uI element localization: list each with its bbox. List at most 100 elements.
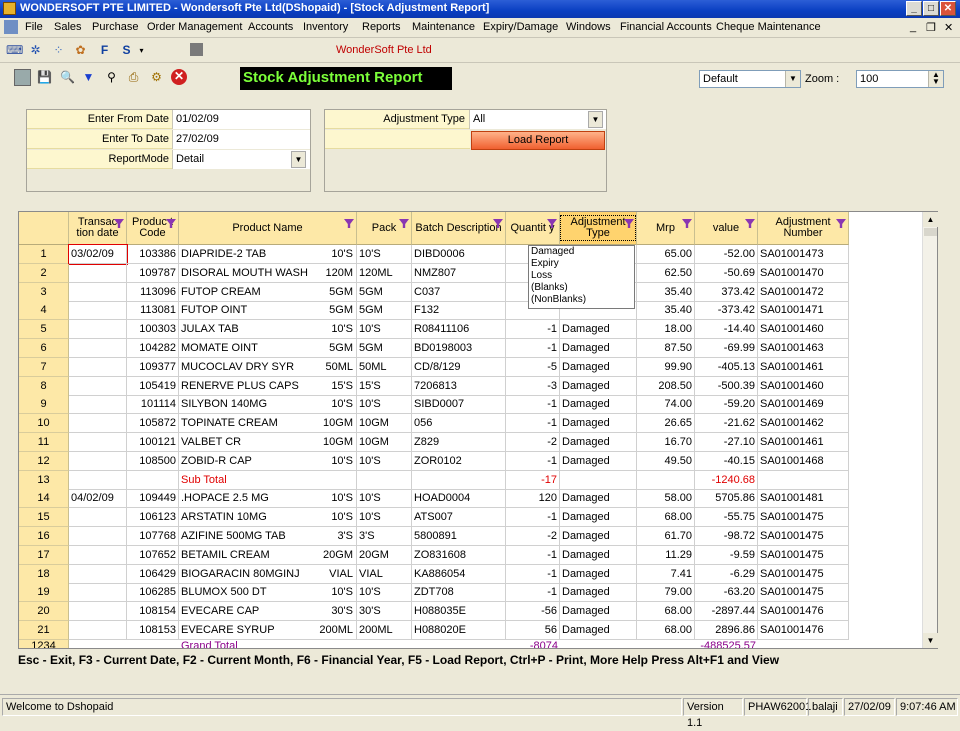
col-mrp[interactable]: Mrp [637, 212, 695, 245]
from-date-input[interactable]: 01/02/09 [172, 110, 310, 129]
chevron-down-icon[interactable]: ▼ [588, 111, 603, 128]
scroll-down-icon[interactable]: ▼ [923, 633, 938, 648]
load-row [325, 130, 470, 149]
menu-maintenance[interactable]: Maintenance [412, 21, 475, 33]
scroll-thumb[interactable] [924, 228, 937, 236]
table-row[interactable]: 9 101114 SILYBON 140MG 10'S 10'S SIBD0007 -1 Da… [19, 395, 849, 415]
header-label: Pack [371, 221, 397, 234]
col-transaction-date[interactable]: Transac tion date [69, 212, 127, 245]
cell-mrp: 62.50 [637, 263, 695, 283]
customers-icon[interactable]: ✲ [27, 42, 44, 59]
chevron-down-icon[interactable]: ▼ [785, 71, 800, 87]
adjustment-type-filter-dropdown[interactable]: Damaged Expiry Loss (Blanks) (NonBlanks) [528, 245, 635, 309]
menu-accounts[interactable]: Accounts [248, 21, 293, 33]
dropdown-option[interactable]: (NonBlanks) [529, 294, 634, 306]
dropdown-option[interactable]: (Blanks) [529, 282, 634, 294]
keyboard-icon[interactable]: ⌨ [6, 42, 23, 59]
preview-icon[interactable]: 🔍 [59, 69, 76, 86]
dropdown-option[interactable]: Expiry [529, 258, 634, 270]
col-batch-description[interactable]: Batch Description [412, 212, 506, 245]
adjustment-type-select[interactable]: All [469, 110, 606, 129]
chevron-down-icon[interactable]: ▼ [291, 151, 306, 168]
table-row[interactable]: 16 107768 AZIFINE 500MG TAB 3'S 3'S 5800891 -2… [19, 527, 849, 546]
table-row[interactable]: 1 03/02/09 103386 DIAPRIDE-2 TAB 10'S 10'S DIB… [19, 244, 849, 265]
menu-reports[interactable]: Reports [362, 21, 401, 33]
col-product-name[interactable]: Product Name [179, 212, 357, 245]
zoom-input[interactable]: 100 ▲ ▼ [856, 70, 944, 88]
menu-file[interactable]: File [25, 21, 43, 33]
finance-icon[interactable]: F [96, 42, 113, 59]
close-button[interactable]: ✕ [940, 1, 956, 16]
minimize-button[interactable]: _ [906, 1, 922, 16]
menu-inventory[interactable]: Inventory [303, 21, 348, 33]
report-mode-select[interactable]: Detail [172, 150, 310, 169]
filter-icon[interactable] [399, 219, 409, 228]
spinner-icon[interactable]: ▲ ▼ [928, 71, 943, 87]
menu-cheque-maintenance[interactable]: Cheque Maintenance [716, 21, 821, 33]
menu-windows[interactable]: Windows [566, 21, 611, 33]
table-row[interactable]: 7 109377 MUCOCLAV DRY SYR 50ML 50ML CD/8/129-… [19, 357, 849, 377]
cell-type: Damaged [560, 602, 637, 622]
menu-purchase[interactable]: Purchase [92, 21, 138, 33]
filter-icon[interactable] [682, 219, 692, 228]
save-icon[interactable]: 💾 [36, 69, 53, 86]
cell-value: -405.13 [695, 357, 758, 377]
cell-name: AZIFINE 500MG TAB 3'S [179, 527, 357, 546]
table-row[interactable]: 4 113081 FUTOP OINT 5GM 5GM F132 35.40 -373.42 S… [19, 301, 849, 321]
col-adjustment-number[interactable]: Adjustment Number [758, 212, 849, 245]
table-row[interactable]: 8 105419 RENERVE PLUS CAPS 15'S 15'S 7206813-… [19, 376, 849, 396]
mdi-restore-button[interactable]: ❐ [926, 21, 936, 34]
table-row[interactable]: 17 107652 BETAMIL CREAM 20GM 20GM ZO831608 -1 D… [19, 545, 849, 565]
table-row[interactable]: 21 108153 EVECARE SYRUP 200ML 200ML H088020E 5… [19, 621, 849, 640]
load-report-button[interactable]: Load Report [471, 131, 605, 150]
filter-icon[interactable] [745, 219, 755, 228]
mdi-minimize-button[interactable]: _ [910, 21, 916, 33]
scroll-up-icon[interactable]: ▲ [923, 212, 938, 227]
col-adjustment-type[interactable]: Adjustment Type [560, 212, 637, 245]
table-row[interactable]: 13 Sub Total -17 -1240.68 [19, 470, 849, 490]
table-row[interactable]: 11 100121 VALBET CR 10GM 10GM Z829 -2 Damaged 16… [19, 433, 849, 452]
window-icon[interactable] [14, 69, 31, 86]
col-pack[interactable]: Pack [357, 212, 412, 245]
filter-icon[interactable] [344, 219, 354, 228]
menu-order-management[interactable]: Order Management [147, 21, 242, 33]
mdi-close-button[interactable]: ✕ [944, 21, 953, 34]
vertical-scrollbar[interactable]: ▲ ▼ [922, 212, 938, 648]
network-icon[interactable]: ⁘ [50, 42, 67, 59]
settings-icon[interactable]: ⚙ [148, 69, 165, 86]
table-row[interactable]: 3 113096 FUTOP CREAM 5GM 5GM C037 35.40 373.42 S… [19, 282, 849, 302]
col-product-code[interactable]: Produc t Code [127, 212, 179, 245]
table-row[interactable]: 20 108154 EVECARE CAP 30'S 30'S H088035E -56 Da… [19, 602, 849, 622]
cell-pack: 10GM [357, 433, 412, 452]
dropdown-option[interactable]: Loss [529, 270, 634, 282]
table-row[interactable]: 12 108500 ZOBID-R CAP 10'S 10'S ZOR0102 -1 Dama… [19, 451, 849, 471]
filter-icon[interactable]: ▼ [80, 69, 97, 86]
print-icon[interactable]: ⎙ [125, 69, 142, 86]
tools-icon[interactable]: ✿ [72, 42, 89, 59]
menu-financial-accounts[interactable]: Financial Accounts [620, 21, 712, 33]
to-date-input[interactable]: 27/02/09 [172, 130, 310, 149]
table-row[interactable]: 10 105872 TOPINATE CREAM 10GM 10GM 056 -1 Damag… [19, 414, 849, 434]
cell-type: Damaged [560, 320, 637, 340]
table-row[interactable]: 2 109787 DISORAL MOUTH WASH 120M 120ML NMZ807… [19, 263, 849, 283]
stop-icon[interactable] [190, 43, 203, 56]
find-icon[interactable]: ⚲ [103, 69, 120, 86]
document-icon[interactable] [4, 20, 18, 34]
toolbar-dropdown-icon[interactable]: ▾ [133, 42, 150, 59]
status-date: 27/02/09 [844, 698, 895, 716]
exit-icon[interactable]: ✕ [171, 69, 187, 85]
menu-sales[interactable]: Sales [54, 21, 82, 33]
table-row[interactable]: 14 04/02/09 109449 .HOPACE 2.5 MG 10'S 10'S HO… [19, 489, 849, 509]
table-row[interactable]: 18 106429 BIOGARACIN 80MGINJ VIAL VIAL KA8860… [19, 564, 849, 584]
col-quantity[interactable]: Quantit y [506, 212, 560, 245]
maximize-button[interactable]: □ [923, 1, 939, 16]
col-value[interactable]: value [695, 212, 758, 245]
menu-expiry-damage[interactable]: Expiry/Damage [483, 21, 558, 33]
table-row[interactable]: 19 106285 BLUMOX 500 DT 10'S 10'S ZDT708 -1 Dam… [19, 583, 849, 603]
table-row[interactable]: 5 100303 JULAX TAB 10'S 10'S R08411106 -1 Damag… [19, 320, 849, 340]
table-row[interactable]: 6 104282 MOMATE OINT 5GM 5GM BD0198003 -1 Damag… [19, 339, 849, 358]
table-row[interactable]: 15 106123 ARSTATIN 10MG 10'S 10'S ATS007 -1 Dam… [19, 508, 849, 528]
layout-select[interactable]: Default ▼ [699, 70, 801, 88]
dropdown-option[interactable]: Damaged [529, 246, 634, 258]
product-name: RENERVE PLUS CAPS [181, 379, 299, 392]
